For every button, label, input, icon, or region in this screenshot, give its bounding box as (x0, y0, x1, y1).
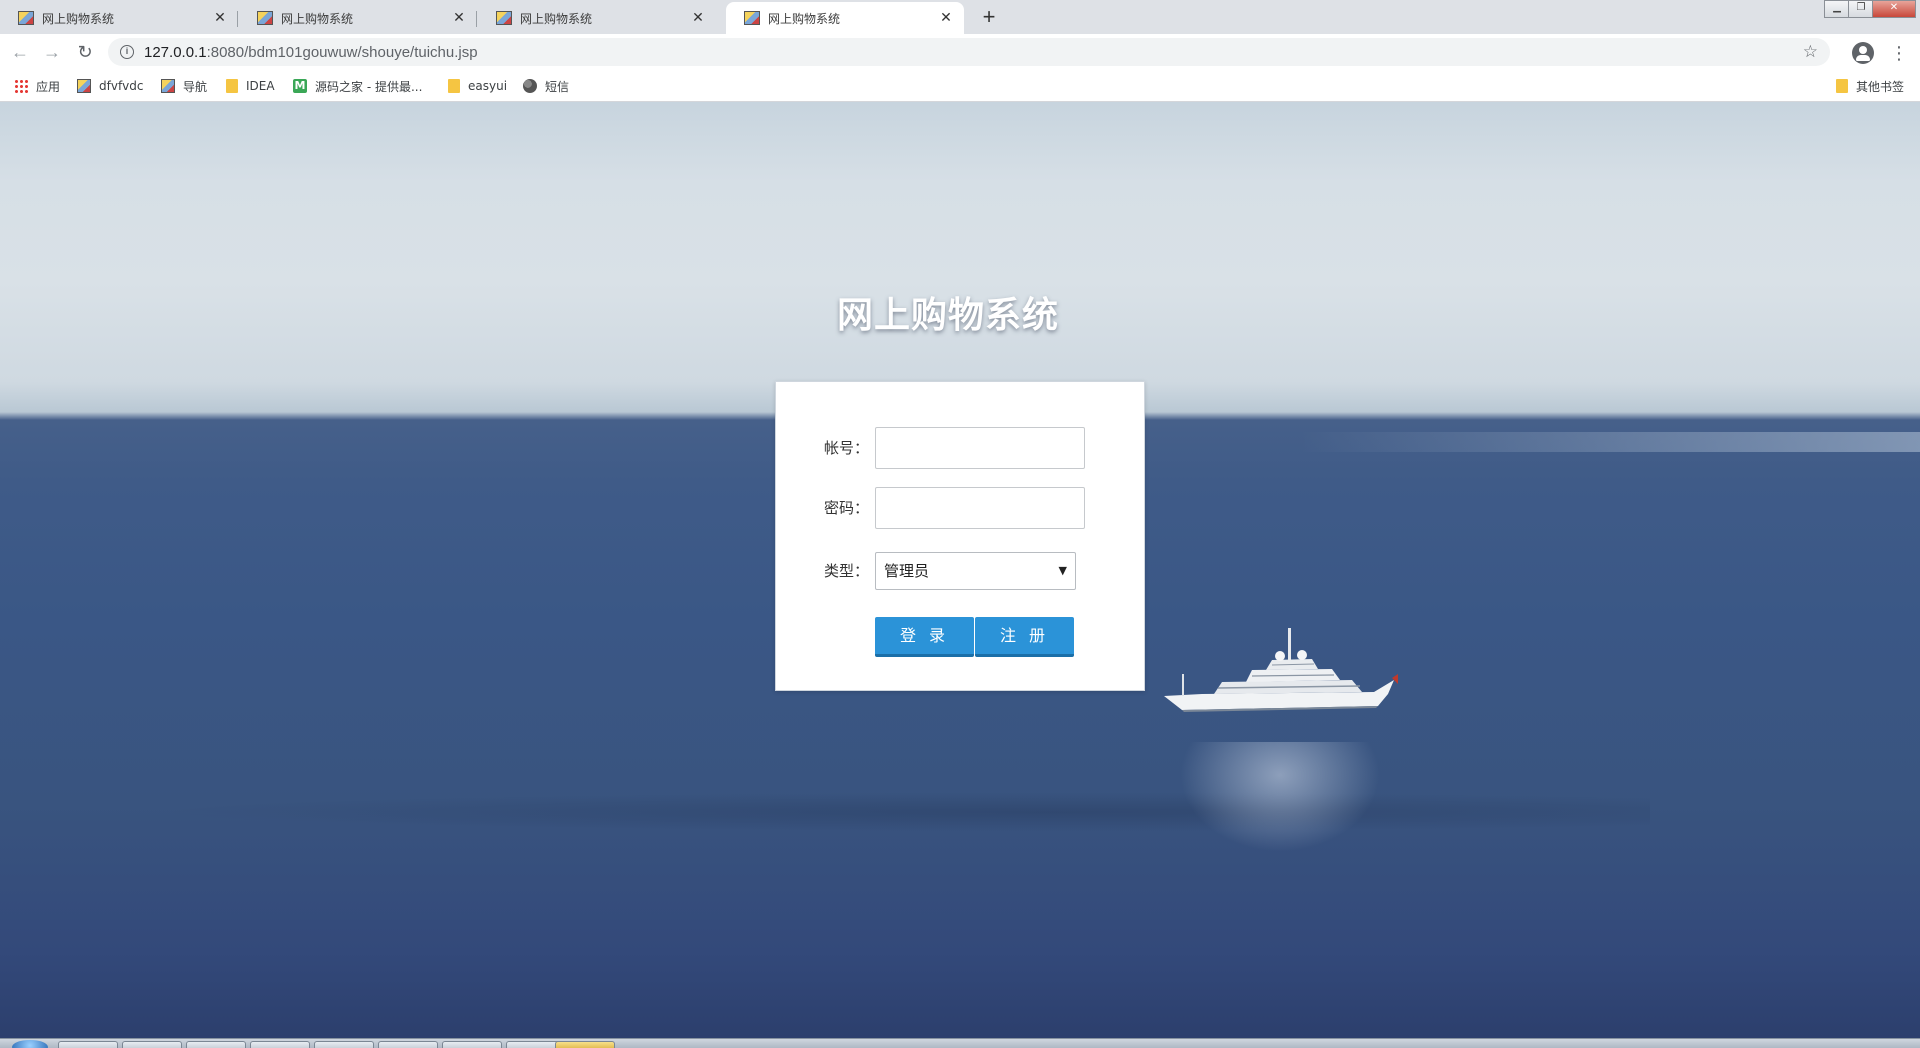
folder-icon (448, 79, 460, 93)
bookmark-other[interactable]: 其他书签 (1836, 76, 1904, 96)
close-window-button[interactable]: ✕ (1872, 0, 1916, 18)
page-favicon-icon (18, 11, 34, 25)
chevron-down-icon: ▼ (1058, 564, 1067, 577)
url-path: :8080/bdm101gouwuw/shouye/tuichu.jsp (206, 43, 478, 61)
bookmarks-bar: 应用 dfvfvdc 导航 IDEA M 源码之家 - 提供最... easyu… (0, 70, 1920, 102)
account-row: 帐号： (776, 427, 1146, 469)
site-info-icon[interactable]: i (120, 45, 134, 59)
page-favicon-icon (744, 11, 760, 25)
back-arrow-icon[interactable]: ← (8, 40, 32, 64)
browser-toolbar: ← → ↻ i 127.0.0.1:8080/bdm101gouwuw/shou… (0, 34, 1920, 70)
bookmark-star-icon[interactable]: ☆ (1803, 42, 1818, 62)
minimize-window-button[interactable]: ▁ (1824, 0, 1850, 18)
login-button[interactable]: 登 录 (875, 617, 974, 657)
taskbar-app-button[interactable] (122, 1041, 182, 1048)
login-form: 帐号： 密码： 类型： 管理员 ▼ 登 录 注 册 (775, 381, 1145, 691)
globe-icon (523, 79, 537, 93)
page-title: 网上购物系统 (836, 295, 1059, 336)
tab-close-icon[interactable]: ✕ (212, 10, 228, 26)
taskbar-app-button[interactable] (58, 1041, 118, 1048)
page-favicon-icon (257, 11, 273, 25)
taskbar-app-button[interactable] (186, 1041, 246, 1048)
page-favicon-icon (496, 11, 512, 25)
tab-title: 网上购物系统 (768, 11, 841, 26)
bookmark-daohang[interactable]: 导航 (161, 76, 207, 96)
restore-window-button[interactable]: ❐ (1848, 0, 1874, 18)
new-tab-button[interactable]: + (977, 6, 1001, 28)
tab-title: 网上购物系统 (281, 11, 354, 26)
reload-icon[interactable]: ↻ (73, 40, 97, 64)
sea-ripple (150, 792, 1650, 832)
account-input[interactable] (875, 427, 1085, 469)
password-row: 密码： (776, 487, 1146, 529)
page-background: 网上购物系统 帐号： 密码： 类型： 管理员 ▼ 登 录 注 册 (0, 102, 1920, 1038)
apps-grid-icon (14, 79, 28, 93)
tab-title: 网上购物系统 (42, 11, 115, 26)
bookmark-label: dfvfvdc (99, 79, 144, 93)
bookmark-apps[interactable]: 应用 (14, 76, 60, 96)
forward-arrow-icon[interactable]: → (40, 40, 64, 64)
browser-tab-1[interactable]: 网上购物系统 ✕ (0, 2, 238, 34)
bookmark-label: 导航 (183, 79, 208, 94)
yacht-image (1164, 628, 1398, 712)
yacht-reflection (1180, 742, 1380, 852)
m-site-icon: M (293, 79, 307, 93)
taskbar-app-button-active[interactable] (555, 1041, 615, 1048)
profile-avatar-icon[interactable] (1852, 42, 1874, 64)
tab-strip: 网上购物系统 ✕ 网上购物系统 ✕ 网上购物系统 ✕ 网上购物系统 ✕ + ▁ … (0, 0, 1920, 34)
bookmark-label: easyui (468, 79, 508, 93)
bookmark-label: 应用 (36, 79, 61, 94)
bookmark-label: 源码之家 - 提供最... (315, 79, 423, 94)
user-type-select[interactable]: 管理员 ▼ (875, 552, 1076, 590)
bookmark-duanxin[interactable]: 短信 (523, 76, 569, 96)
browser-tab-4-active[interactable]: 网上购物系统 ✕ (726, 2, 964, 34)
start-button-icon[interactable] (12, 1040, 48, 1048)
taskbar-app-button[interactable] (250, 1041, 310, 1048)
tab-close-icon[interactable]: ✕ (451, 10, 467, 26)
folder-icon (1836, 79, 1848, 93)
bookmark-dfvfvdc[interactable]: dfvfvdc (77, 76, 143, 96)
bookmark-label: 其他书签 (1856, 79, 1905, 94)
bookmark-yuanmazhijia[interactable]: M 源码之家 - 提供最... (293, 76, 422, 96)
browser-tab-3[interactable]: 网上购物系统 ✕ (478, 2, 716, 34)
tab-separator (237, 11, 238, 27)
address-bar[interactable]: i 127.0.0.1:8080/bdm101gouwuw/shouye/tui… (108, 38, 1830, 66)
image-page-icon (77, 79, 91, 93)
bookmark-label: 短信 (545, 79, 570, 94)
taskbar-app-button[interactable] (314, 1041, 374, 1048)
taskbar-app-button[interactable] (378, 1041, 438, 1048)
tab-close-icon[interactable]: ✕ (690, 10, 706, 26)
type-row: 类型： 管理员 ▼ (776, 552, 1146, 594)
browser-tab-2[interactable]: 网上购物系统 ✕ (239, 2, 477, 34)
password-input[interactable] (875, 487, 1085, 529)
user-type-selected-value: 管理员 (884, 562, 930, 580)
register-button[interactable]: 注 册 (975, 617, 1074, 657)
tab-title: 网上购物系统 (520, 11, 593, 26)
bookmark-idea[interactable]: IDEA (226, 76, 275, 96)
account-label: 帐号： (824, 439, 870, 457)
bookmark-easyui[interactable]: easyui (448, 76, 507, 96)
os-taskbar (0, 1038, 1920, 1048)
url-text[interactable]: 127.0.0.1:8080/bdm101gouwuw/shouye/tuich… (144, 44, 1803, 61)
tab-separator (476, 11, 477, 27)
bookmark-label: IDEA (246, 79, 275, 93)
folder-icon (226, 79, 238, 93)
image-page-icon (161, 79, 175, 93)
tab-close-icon[interactable]: ✕ (938, 10, 954, 26)
url-host: 127.0.0.1 (144, 43, 207, 61)
type-label: 类型： (824, 562, 870, 580)
password-label: 密码： (824, 499, 870, 517)
taskbar-app-button[interactable] (442, 1041, 502, 1048)
horizon-highlight (1300, 432, 1920, 452)
browser-menu-icon[interactable]: ⋮ (1890, 42, 1908, 64)
